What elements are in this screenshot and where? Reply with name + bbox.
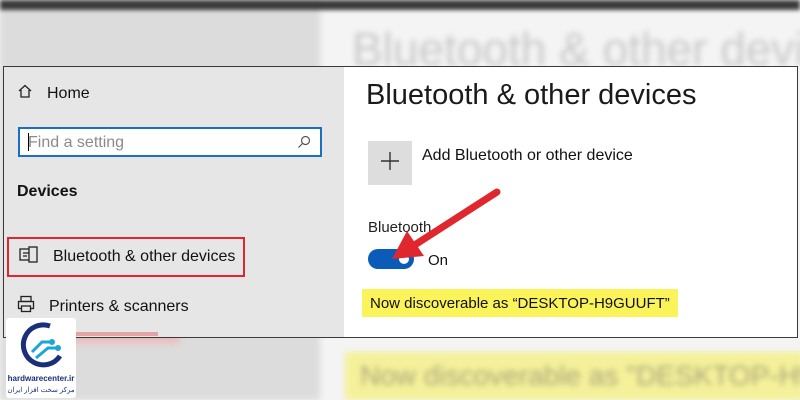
bluetooth-label: Bluetooth <box>368 219 432 236</box>
settings-window: Home Devices Bluetooth & other devices P… <box>3 66 798 338</box>
sidebar-item-printers[interactable]: Printers & scanners <box>17 295 189 318</box>
logo-circuit-icon <box>20 322 64 375</box>
sidebar: Home Devices Bluetooth & other devices P… <box>4 67 344 337</box>
main-content: Bluetooth & other devices Add Bluetooth … <box>344 67 797 337</box>
background-highlight-text: Now discoverable as "DESKTOP-H9GUUF <box>360 360 800 391</box>
sidebar-item-home[interactable]: Home <box>17 83 90 104</box>
bluetooth-devices-icon <box>19 245 41 269</box>
toggle-knob <box>399 254 409 264</box>
sidebar-item-label: Bluetooth & other devices <box>53 248 236 265</box>
printer-icon <box>17 295 35 318</box>
sidebar-item-label: Printers & scanners <box>49 297 189 315</box>
home-icon <box>17 83 33 104</box>
add-device-label[interactable]: Add Bluetooth or other device <box>422 147 633 165</box>
background-topbar <box>0 0 800 10</box>
sidebar-item-label: Home <box>47 84 90 102</box>
section-title: Devices <box>17 183 78 200</box>
discoverable-text: Now discoverable as “DESKTOP-H9GUUFT” <box>370 294 670 312</box>
logo-subtitle: مرکز سخت افزار ایران <box>7 387 75 394</box>
plus-icon <box>380 151 400 176</box>
toggle-state-label: On <box>428 252 449 269</box>
page-title: Bluetooth & other devices <box>366 79 697 111</box>
add-device-button[interactable] <box>368 141 412 185</box>
discoverable-status: Now discoverable as “DESKTOP-H9GUUFT” <box>362 289 678 317</box>
search-box[interactable] <box>18 127 322 157</box>
search-input[interactable] <box>26 129 290 157</box>
search-icon[interactable] <box>296 134 312 155</box>
bluetooth-toggle[interactable] <box>368 249 414 269</box>
brand-logo: hardwarecenter.ir مرکز سخت افزار ایران <box>6 318 76 398</box>
sidebar-item-bluetooth[interactable]: Bluetooth & other devices <box>7 237 245 277</box>
logo-name: hardwarecenter.ir <box>7 374 75 383</box>
